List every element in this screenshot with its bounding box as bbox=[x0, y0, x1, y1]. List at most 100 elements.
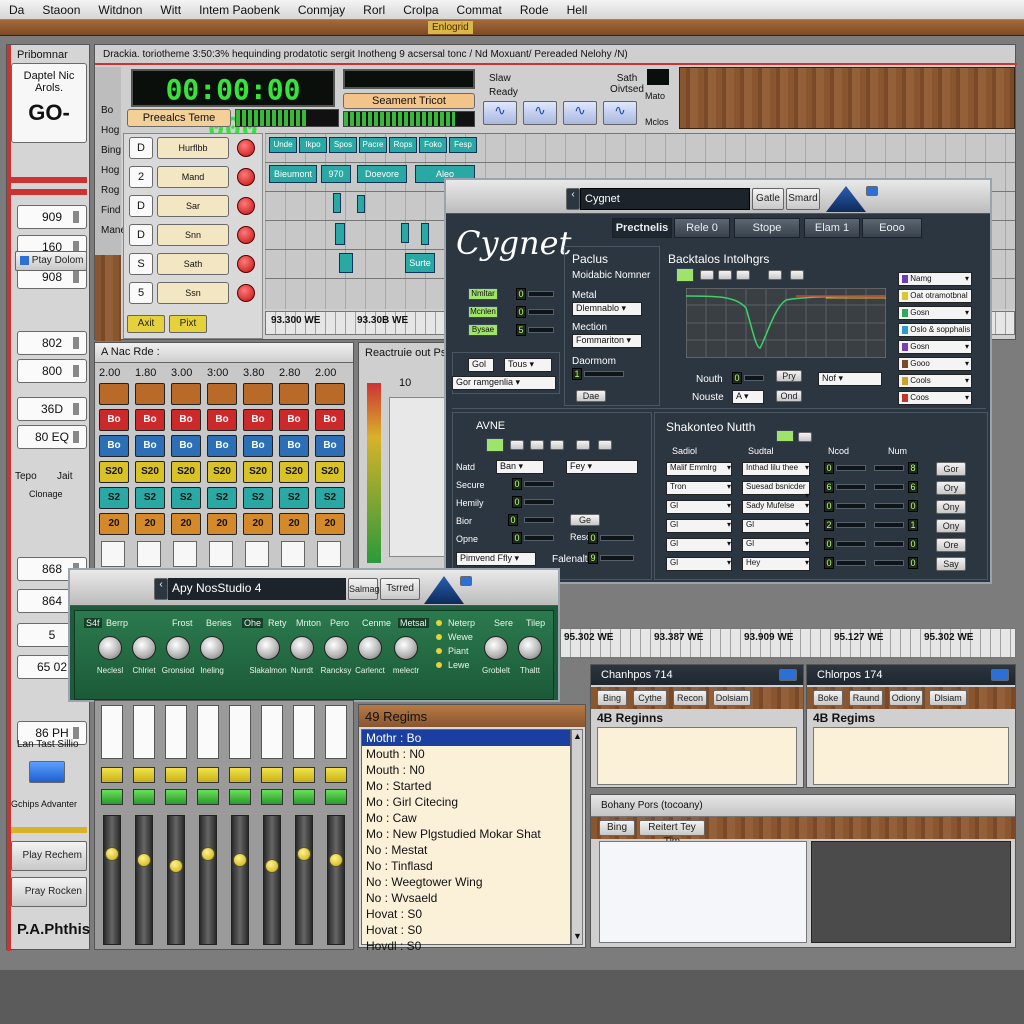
track-name[interactable]: Hurflbb bbox=[157, 137, 229, 159]
drum-pad[interactable]: S2 bbox=[243, 487, 273, 509]
list-item[interactable]: Mo : Girl Citecing bbox=[362, 794, 570, 810]
drum-pad[interactable] bbox=[171, 383, 201, 405]
clip[interactable]: Unde bbox=[269, 137, 297, 153]
shak-select-a[interactable]: Gl ▾ bbox=[666, 557, 732, 571]
solo-button[interactable] bbox=[133, 789, 155, 805]
shak-select-b[interactable]: Suesad bsnicder ▾ bbox=[742, 481, 810, 500]
solo-button[interactable] bbox=[293, 789, 315, 805]
list-item[interactable]: Mo : Caw bbox=[362, 810, 570, 826]
record-arm-button[interactable] bbox=[237, 168, 255, 186]
solo-button[interactable] bbox=[101, 789, 123, 805]
avne-btn-5[interactable] bbox=[598, 440, 612, 450]
avne-slider[interactable] bbox=[524, 499, 554, 505]
shak-button[interactable]: Ony bbox=[936, 519, 966, 533]
avne-value[interactable]: 0 bbox=[512, 532, 522, 544]
reitert-button[interactable]: Reitert Tey Tim bbox=[639, 820, 705, 847]
wave-button-3[interactable]: ∿ bbox=[563, 101, 597, 125]
preset-button[interactable]: Preealcs Teme bbox=[127, 109, 231, 127]
shak-button[interactable]: Ory bbox=[936, 481, 966, 495]
mixer-slot[interactable] bbox=[229, 705, 251, 759]
ond-button[interactable]: Ond bbox=[776, 390, 802, 402]
shak-value[interactable]: 0 bbox=[824, 538, 834, 550]
dm-value[interactable]: 1 bbox=[572, 368, 582, 380]
shak-button[interactable]: Say bbox=[936, 557, 966, 571]
list-item[interactable]: No : Wvsaeld bbox=[362, 890, 570, 906]
avne-select[interactable]: Fey ▾ bbox=[566, 460, 638, 474]
shak-num[interactable]: 0 bbox=[908, 500, 918, 512]
shak-slider-2[interactable] bbox=[874, 484, 904, 490]
mixer-slot[interactable] bbox=[293, 705, 315, 759]
channel-select[interactable]: Gosn ▾ bbox=[898, 340, 972, 354]
drum-pad[interactable]: 20 bbox=[135, 513, 165, 535]
track-name[interactable]: Mand bbox=[157, 166, 229, 188]
knob[interactable] bbox=[290, 636, 314, 660]
drum-pad[interactable] bbox=[315, 383, 345, 405]
channel-select[interactable]: Oslo & sopphalis ▾ bbox=[898, 323, 972, 346]
param-value[interactable]: 0 bbox=[516, 306, 526, 318]
list-item[interactable]: No : Weegtower Wing bbox=[362, 874, 570, 890]
drum-pad[interactable]: 20 bbox=[99, 513, 129, 535]
shak-slider[interactable] bbox=[836, 541, 866, 547]
blue-toggle[interactable] bbox=[29, 761, 65, 783]
menu-item[interactable]: Hell bbox=[558, 3, 597, 17]
cygnet-tab[interactable]: Stope bbox=[734, 218, 800, 238]
shak-slider[interactable] bbox=[836, 503, 866, 509]
knob[interactable] bbox=[324, 636, 348, 660]
channel-select[interactable]: Coos ▾ bbox=[898, 391, 972, 405]
drum-pad[interactable]: S20 bbox=[279, 461, 309, 483]
clip[interactable]: Pacre bbox=[359, 137, 387, 153]
param-slider[interactable] bbox=[528, 327, 554, 333]
cygnet-gatle-button[interactable]: Gatle bbox=[752, 188, 784, 210]
clip[interactable] bbox=[421, 223, 429, 245]
track-name[interactable]: Sath bbox=[157, 253, 229, 275]
solo-button[interactable] bbox=[261, 789, 283, 805]
mixer-slot[interactable] bbox=[197, 705, 219, 759]
chan-1-close[interactable] bbox=[779, 669, 797, 681]
drum-pad[interactable] bbox=[243, 383, 273, 405]
track-name[interactable]: Snn bbox=[157, 224, 229, 246]
clip[interactable]: Rops bbox=[389, 137, 417, 153]
shak-slider[interactable] bbox=[836, 522, 866, 528]
pad-slot[interactable] bbox=[245, 541, 269, 567]
list-item[interactable]: Mo : Started bbox=[362, 778, 570, 794]
knob[interactable] bbox=[166, 636, 190, 660]
mixer-slot[interactable] bbox=[325, 705, 347, 759]
chan-button[interactable]: Boke bbox=[813, 690, 843, 706]
nouste-select[interactable]: A ▾ bbox=[732, 390, 764, 404]
list-item[interactable]: No : Tinflasd bbox=[362, 858, 570, 874]
channel-select[interactable]: Cools ▾ bbox=[898, 374, 972, 388]
fader-handle[interactable] bbox=[297, 847, 311, 861]
chan-button[interactable]: Dlsiam bbox=[929, 690, 967, 706]
play-rechem-button[interactable]: Play Rechem bbox=[11, 841, 87, 871]
clip[interactable]: Spos bbox=[329, 137, 357, 153]
graph-btn-3[interactable] bbox=[736, 270, 750, 280]
nouth-slider[interactable] bbox=[744, 375, 764, 381]
drum-pad[interactable]: S2 bbox=[207, 487, 237, 509]
drum-pad[interactable]: Bo bbox=[279, 409, 309, 431]
drum-pad[interactable]: Bo bbox=[279, 435, 309, 457]
tous-select[interactable]: Tous ▾ bbox=[504, 358, 552, 372]
cygnet-smard-button[interactable]: Smard bbox=[786, 188, 820, 210]
shak-value[interactable]: 6 bbox=[824, 481, 834, 493]
mixer-slot[interactable] bbox=[101, 705, 123, 759]
avne-toggle[interactable] bbox=[486, 438, 504, 452]
drum-pad[interactable]: S20 bbox=[315, 461, 345, 483]
drum-pad[interactable]: S20 bbox=[99, 461, 129, 483]
clip[interactable] bbox=[339, 253, 353, 273]
fals-slider[interactable] bbox=[600, 555, 634, 561]
menu-item[interactable]: Commat bbox=[448, 3, 511, 17]
shak-slider-2[interactable] bbox=[874, 560, 904, 566]
mute-button[interactable] bbox=[197, 767, 219, 783]
pad-slot[interactable] bbox=[317, 541, 341, 567]
shak-select-b[interactable]: Gl ▾ bbox=[742, 538, 810, 552]
drum-pad[interactable]: Bo bbox=[243, 435, 273, 457]
mute-button[interactable] bbox=[261, 767, 283, 783]
drum-pad[interactable]: S2 bbox=[279, 487, 309, 509]
graph-btn-5[interactable] bbox=[790, 270, 804, 280]
menu-item[interactable]: Da bbox=[0, 3, 33, 17]
track-number[interactable]: D bbox=[129, 224, 153, 246]
mute-button[interactable] bbox=[165, 767, 187, 783]
apy-radio[interactable]: Piant bbox=[436, 646, 469, 656]
apy-radio[interactable]: Wewe bbox=[436, 632, 473, 642]
menu-item[interactable]: Witt bbox=[151, 3, 190, 17]
